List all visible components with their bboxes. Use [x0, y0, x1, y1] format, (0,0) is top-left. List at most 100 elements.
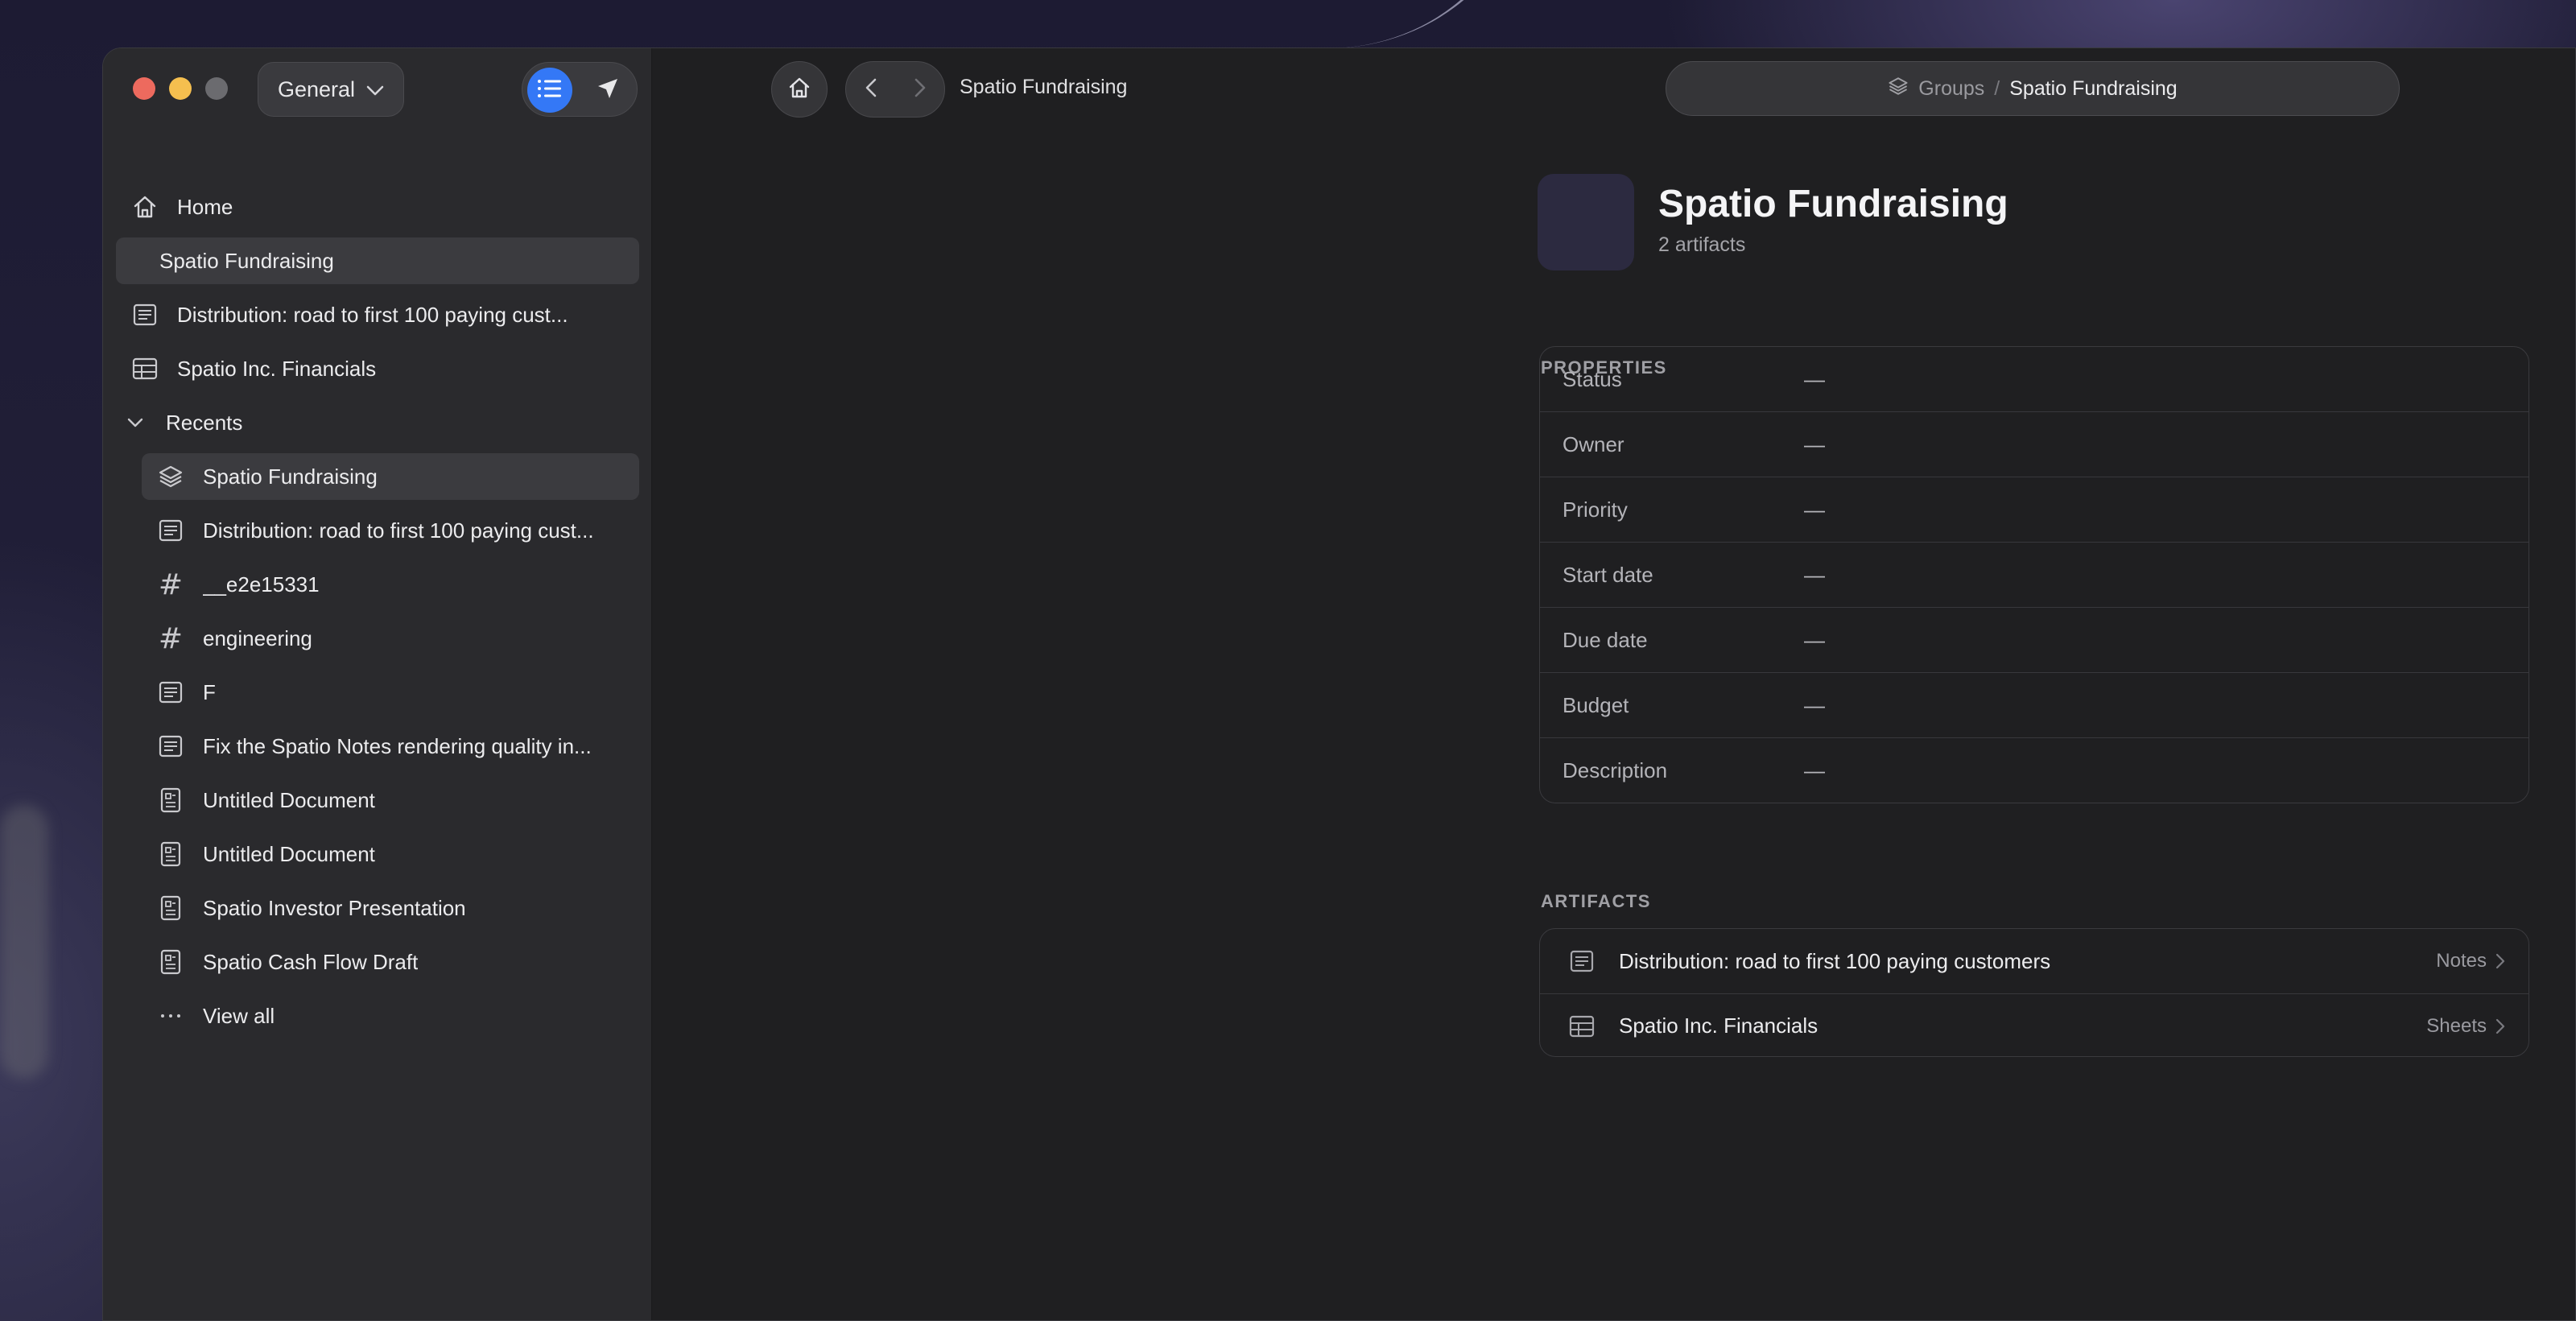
property-name: Description — [1563, 758, 1668, 782]
artifact-row[interactable]: Distribution: road to first 100 paying c… — [1540, 929, 2529, 993]
recent-item-label: Untitled Document — [203, 787, 375, 812]
artifact-type: Sheets — [2426, 1014, 2487, 1037]
minimize-window-button[interactable] — [169, 77, 192, 100]
table-icon — [129, 353, 161, 385]
artifact-type: Notes — [2436, 950, 2487, 972]
recent-item-label: Spatio Cash Flow Draft — [203, 949, 419, 974]
property-name: Owner — [1563, 431, 1624, 456]
space-selector-label: General — [277, 76, 356, 101]
view-all-link[interactable]: View all — [142, 993, 639, 1039]
artifact-row[interactable]: Spatio Inc. Financials Sheets — [1540, 993, 2529, 1056]
property-name: Priority — [1563, 497, 1628, 522]
breadcrumb-separator: / — [1994, 76, 2000, 100]
home-button[interactable] — [771, 61, 828, 118]
list-icon — [537, 78, 563, 103]
sidebar-item-financials[interactable]: Spatio Inc. Financials — [116, 345, 639, 392]
sidebar-item-label: Spatio Fundraising — [159, 248, 334, 273]
property-value[interactable]: — — [1804, 693, 1825, 718]
layers-icon — [1888, 76, 1909, 102]
presentation-icon — [155, 946, 187, 978]
recent-item[interactable]: Distribution: road to first 100 paying c… — [142, 507, 639, 554]
property-row-due-date[interactable]: Due date — — [1540, 608, 2529, 673]
ellipsis-icon — [155, 1000, 187, 1032]
property-row-description[interactable]: Description — — [1540, 738, 2529, 803]
recent-item[interactable]: Spatio Cash Flow Draft — [142, 939, 639, 985]
zoom-window-button[interactable] — [205, 77, 228, 100]
property-row-budget[interactable]: Budget — — [1540, 673, 2529, 738]
chevron-right-icon — [2495, 1014, 2511, 1038]
chevron-down-icon — [119, 407, 151, 439]
sidebar-item-label: Home — [177, 194, 233, 219]
presentation-icon — [155, 838, 187, 870]
cursor-arrow-icon — [596, 76, 620, 105]
artifacts-heading: ARTIFACTS — [1541, 891, 1651, 911]
property-value[interactable]: — — [1804, 758, 1825, 783]
sidebar-item-spatio-fundraising[interactable]: Spatio Fundraising — [116, 237, 639, 284]
presentation-icon — [155, 784, 187, 816]
property-value[interactable]: — — [1804, 367, 1825, 392]
property-row-status[interactable]: Status — — [1540, 347, 2529, 412]
document-icon — [129, 299, 161, 331]
table-icon — [1567, 1012, 1596, 1041]
recent-item[interactable]: # engineering — [142, 615, 639, 662]
property-value[interactable]: — — [1804, 628, 1825, 653]
recent-item[interactable]: Spatio Investor Presentation — [142, 885, 639, 931]
back-button[interactable] — [864, 77, 878, 102]
list-mode-button[interactable] — [527, 68, 572, 113]
property-name: Due date — [1563, 627, 1648, 652]
recents-section-header[interactable]: Recents — [116, 399, 639, 446]
artifact-count: 2 artifacts — [1658, 233, 1746, 256]
properties-table: Status — Owner — Priority — Start date —… — [1539, 346, 2529, 803]
chevron-down-icon — [366, 77, 384, 102]
space-selector-button[interactable]: General — [258, 62, 404, 117]
artifact-name: Distribution: road to first 100 paying c… — [1619, 948, 2051, 973]
property-value[interactable]: — — [1804, 432, 1825, 457]
artifact-name: Spatio Inc. Financials — [1619, 1013, 1818, 1038]
main-content: Spatio Fundraising Groups / Spatio Fundr… — [652, 48, 2575, 1320]
property-name: Start date — [1563, 562, 1653, 587]
document-icon — [1567, 947, 1596, 976]
recent-item-label: Untitled Document — [203, 841, 375, 866]
sidebar-item-home[interactable]: Home — [116, 184, 639, 230]
recent-item[interactable]: Spatio Fundraising — [142, 453, 639, 500]
app-window: General Home Spatio Fundraising Distribu… — [102, 47, 2576, 1321]
recent-item[interactable]: Untitled Document — [142, 777, 639, 824]
sidebar-item-distribution[interactable]: Distribution: road to first 100 paying c… — [116, 291, 639, 338]
forward-button[interactable] — [913, 77, 927, 102]
breadcrumb[interactable]: Groups / Spatio Fundraising — [1666, 61, 2400, 116]
recent-item[interactable]: Fix the Spatio Notes rendering quality i… — [142, 723, 639, 770]
view-all-label: View all — [203, 1003, 275, 1028]
recent-item[interactable]: Untitled Document — [142, 831, 639, 877]
desktop-wallpaper-shape — [0, 805, 48, 1079]
recent-item-label: __e2e15331 — [203, 572, 320, 597]
recent-item-label: F — [203, 679, 216, 704]
sidebar-item-label: Spatio Inc. Financials — [177, 356, 377, 381]
recent-item-label: Distribution: road to first 100 paying c… — [203, 518, 594, 543]
document-icon — [155, 514, 187, 547]
presentation-icon — [155, 892, 187, 924]
property-row-owner[interactable]: Owner — — [1540, 412, 2529, 477]
history-nav-group — [845, 61, 945, 118]
page-title: Spatio Fundraising — [1658, 183, 2008, 225]
group-icon[interactable] — [1538, 174, 1634, 270]
recent-item-label: Spatio Investor Presentation — [203, 895, 466, 920]
view-mode-toggle — [522, 62, 638, 117]
document-icon — [155, 676, 187, 708]
recents-label: Recents — [166, 410, 243, 435]
chevron-right-icon — [2495, 949, 2511, 973]
cursor-mode-button[interactable] — [585, 68, 630, 113]
breadcrumb-current: Spatio Fundraising — [2009, 76, 2178, 100]
property-row-priority[interactable]: Priority — — [1540, 477, 2529, 543]
recent-item[interactable]: # __e2e15331 — [142, 561, 639, 608]
close-window-button[interactable] — [133, 77, 155, 100]
sidebar: General Home Spatio Fundraising Distribu… — [103, 48, 652, 1320]
recent-item[interactable]: F — [142, 669, 639, 716]
property-row-start-date[interactable]: Start date — — [1540, 543, 2529, 608]
recent-item-label: Spatio Fundraising — [203, 464, 378, 489]
recent-item-label: engineering — [203, 625, 312, 650]
home-icon — [129, 191, 161, 223]
breadcrumb-root[interactable]: Groups — [1918, 77, 1984, 101]
property-value[interactable]: — — [1804, 497, 1825, 522]
artifacts-list: Distribution: road to first 100 paying c… — [1539, 928, 2529, 1057]
property-value[interactable]: — — [1804, 563, 1825, 588]
